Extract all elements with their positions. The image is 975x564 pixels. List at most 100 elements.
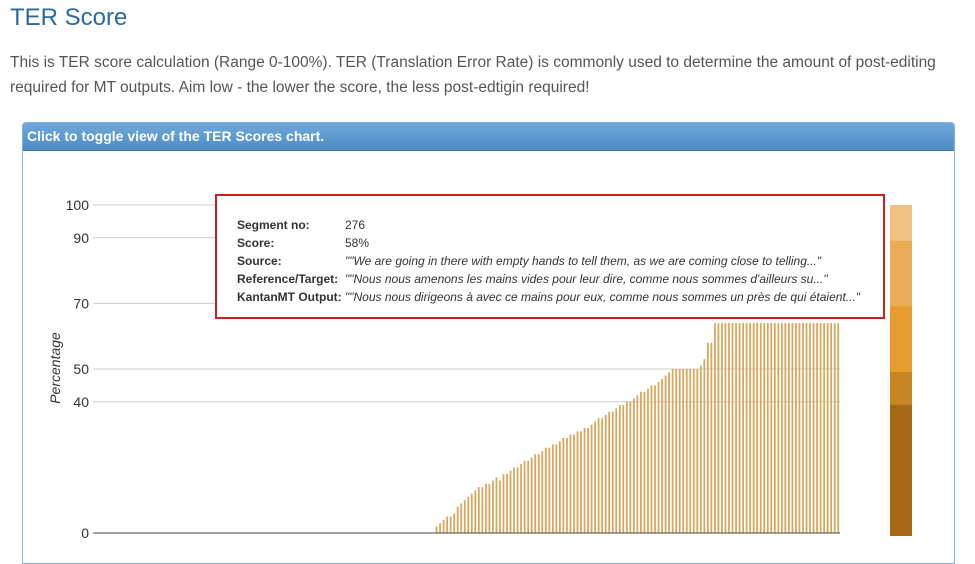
- bar[interactable]: [745, 323, 748, 533]
- bar[interactable]: [622, 405, 625, 533]
- bar[interactable]: [671, 369, 674, 533]
- bar[interactable]: [580, 431, 582, 533]
- bar[interactable]: [597, 418, 600, 533]
- bar[interactable]: [823, 323, 826, 533]
- bar[interactable]: [453, 513, 456, 533]
- bar[interactable]: [650, 385, 653, 533]
- bar[interactable]: [474, 490, 477, 533]
- bar[interactable]: [784, 323, 787, 533]
- bar[interactable]: [477, 487, 480, 533]
- bar[interactable]: [689, 369, 692, 533]
- bar[interactable]: [692, 369, 695, 533]
- bar[interactable]: [773, 323, 776, 533]
- bar[interactable]: [805, 323, 808, 533]
- bar[interactable]: [812, 323, 815, 533]
- bar[interactable]: [615, 408, 618, 533]
- bar[interactable]: [604, 414, 607, 533]
- bar[interactable]: [516, 467, 519, 533]
- bar[interactable]: [573, 434, 575, 533]
- bar[interactable]: [558, 441, 561, 533]
- bar[interactable]: [481, 487, 484, 533]
- bar[interactable]: [661, 378, 663, 533]
- bar[interactable]: [523, 460, 526, 533]
- bar[interactable]: [735, 323, 737, 533]
- bar[interactable]: [724, 323, 727, 533]
- bar[interactable]: [590, 424, 593, 533]
- bar[interactable]: [710, 342, 713, 533]
- bar[interactable]: [492, 480, 494, 533]
- bar[interactable]: [530, 457, 533, 533]
- bar[interactable]: [738, 323, 741, 533]
- bar[interactable]: [544, 447, 547, 533]
- bar[interactable]: [485, 483, 487, 533]
- bar[interactable]: [777, 323, 780, 533]
- bar[interactable]: [763, 323, 766, 533]
- bar[interactable]: [601, 418, 604, 533]
- bar[interactable]: [699, 365, 702, 533]
- bar[interactable]: [752, 323, 755, 533]
- bar[interactable]: [766, 323, 769, 533]
- bar[interactable]: [569, 434, 572, 533]
- bar[interactable]: [657, 382, 660, 533]
- bar[interactable]: [756, 323, 759, 533]
- bar[interactable]: [594, 421, 596, 533]
- bar[interactable]: [809, 323, 811, 533]
- bar[interactable]: [837, 323, 840, 533]
- bar[interactable]: [742, 323, 744, 533]
- bar[interactable]: [442, 519, 445, 533]
- bar[interactable]: [625, 401, 628, 533]
- bar[interactable]: [495, 477, 498, 533]
- bar[interactable]: [463, 500, 466, 533]
- bar[interactable]: [449, 516, 452, 533]
- bar[interactable]: [696, 369, 699, 533]
- bar[interactable]: [685, 369, 688, 533]
- bar[interactable]: [791, 323, 794, 533]
- bar[interactable]: [611, 411, 614, 533]
- bar[interactable]: [770, 323, 773, 533]
- bar[interactable]: [833, 323, 836, 533]
- bar[interactable]: [647, 388, 649, 533]
- bar[interactable]: [643, 391, 646, 533]
- bar[interactable]: [548, 447, 551, 533]
- bar[interactable]: [706, 342, 709, 533]
- bar[interactable]: [629, 401, 632, 533]
- bar[interactable]: [460, 503, 463, 533]
- bar[interactable]: [728, 323, 730, 533]
- bar[interactable]: [467, 496, 470, 533]
- bar[interactable]: [537, 454, 540, 533]
- bar[interactable]: [513, 467, 515, 533]
- bar[interactable]: [759, 323, 762, 533]
- bar[interactable]: [566, 437, 568, 533]
- bar[interactable]: [788, 323, 790, 533]
- bar[interactable]: [819, 323, 822, 533]
- bar[interactable]: [576, 431, 579, 533]
- bar[interactable]: [675, 369, 678, 533]
- bar[interactable]: [682, 369, 685, 533]
- bar[interactable]: [640, 391, 642, 533]
- bar[interactable]: [506, 473, 508, 533]
- bar[interactable]: [541, 451, 544, 533]
- bar[interactable]: [664, 375, 667, 533]
- bar[interactable]: [654, 385, 656, 533]
- bar[interactable]: [527, 460, 530, 533]
- bar[interactable]: [608, 411, 611, 533]
- bar[interactable]: [435, 526, 438, 533]
- bar[interactable]: [678, 369, 681, 533]
- bar[interactable]: [456, 506, 459, 533]
- bar[interactable]: [731, 323, 734, 533]
- bar[interactable]: [587, 428, 589, 533]
- bar[interactable]: [446, 516, 448, 533]
- bar[interactable]: [830, 323, 833, 533]
- bar[interactable]: [780, 323, 783, 533]
- bar[interactable]: [714, 323, 716, 533]
- bar[interactable]: [749, 323, 752, 533]
- bar[interactable]: [668, 372, 670, 533]
- bar[interactable]: [632, 398, 635, 533]
- bar[interactable]: [721, 323, 723, 533]
- bar[interactable]: [470, 493, 473, 533]
- bar[interactable]: [499, 480, 501, 533]
- bar[interactable]: [534, 454, 537, 533]
- bar[interactable]: [826, 323, 829, 533]
- bar[interactable]: [509, 470, 512, 533]
- bar[interactable]: [717, 323, 720, 533]
